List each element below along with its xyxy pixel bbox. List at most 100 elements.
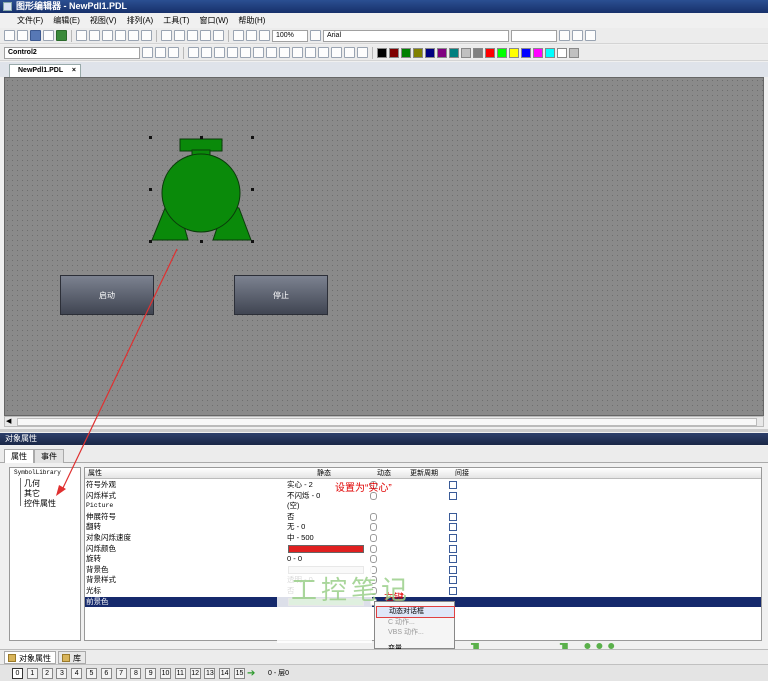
dynamic-bulb-icon[interactable] [370, 523, 377, 532]
column-header-update-cycle[interactable]: 更新周期 [410, 468, 438, 479]
print-icon[interactable] [43, 30, 54, 41]
tab-properties[interactable]: 属性 [4, 449, 34, 463]
new-icon[interactable] [4, 30, 15, 41]
layer-button[interactable]: 9 [145, 668, 157, 679]
layer-button[interactable]: 11 [174, 668, 186, 679]
menu-help[interactable]: 帮助(H) [233, 13, 270, 28]
same-size-icon[interactable] [305, 47, 316, 58]
paste-icon[interactable] [102, 30, 113, 41]
indirect-checkbox[interactable] [449, 544, 457, 553]
color-swatch[interactable] [485, 47, 495, 58]
handle[interactable] [149, 188, 152, 191]
menu-tools[interactable]: 工具(T) [158, 13, 194, 28]
grid-icon[interactable] [161, 30, 172, 41]
indirect-checkbox[interactable] [449, 481, 457, 489]
align-center-icon[interactable] [240, 47, 251, 58]
tree-root[interactable]: SymbolLibrary [14, 469, 61, 476]
property-value[interactable]: 否 [287, 512, 295, 522]
chevron-down-icon[interactable] [310, 30, 321, 41]
color-swatch[interactable] [569, 47, 579, 58]
property-row[interactable]: 旋转 0 - 0 [85, 554, 761, 565]
indirect-checkbox[interactable] [449, 565, 457, 574]
horizontal-scrollbar[interactable]: ◀ [4, 416, 764, 427]
column-header-indirect[interactable]: 间接 [455, 468, 469, 479]
distribute-v-icon[interactable] [266, 47, 277, 58]
indirect-checkbox[interactable] [449, 576, 457, 585]
color-swatch[interactable] [413, 47, 423, 58]
property-value[interactable]: (空) [287, 501, 300, 511]
handle[interactable] [200, 240, 203, 243]
print-preview-icon[interactable] [141, 30, 152, 41]
font-size-select[interactable] [511, 29, 557, 42]
color-swatch[interactable] [425, 47, 435, 58]
close-icon[interactable]: × [72, 65, 76, 77]
indirect-checkbox[interactable] [449, 534, 457, 542]
send-back-icon[interactable] [331, 47, 342, 58]
layer-button[interactable]: 8 [130, 668, 142, 679]
color-swatch[interactable] [389, 47, 399, 58]
wand-icon[interactable] [168, 47, 179, 58]
stop-button[interactable]: 停止 [234, 275, 328, 315]
help-pointer-icon[interactable] [213, 30, 224, 41]
rotate-icon[interactable] [344, 47, 355, 58]
color-value[interactable] [288, 544, 364, 553]
color-swatch[interactable] [461, 47, 471, 58]
undo-icon[interactable] [115, 30, 126, 41]
property-row[interactable]: 闪烁样式 不闪烁 - 0 [85, 491, 761, 502]
dynamic-bulb-icon[interactable] [370, 555, 377, 564]
document-tab[interactable]: NewPdl1.PDL × [9, 64, 81, 77]
redo-icon[interactable] [128, 30, 139, 41]
zoom-in-icon[interactable] [233, 30, 244, 41]
color-swatch[interactable] [401, 47, 411, 58]
font-color-icon[interactable] [585, 30, 596, 41]
color-swatch[interactable] [437, 47, 447, 58]
layer-button[interactable]: 3 [56, 668, 68, 679]
zoom-out-icon[interactable] [246, 30, 257, 41]
tab-library[interactable]: 库 [58, 651, 86, 664]
property-value[interactable]: 无 - 0 [287, 522, 305, 532]
column-header-dynamic[interactable]: 动态 [377, 468, 391, 479]
scroll-thumb[interactable] [17, 418, 757, 426]
handle[interactable] [149, 136, 152, 139]
column-header-static[interactable]: 静态 [317, 468, 331, 479]
color-swatch[interactable] [521, 47, 531, 58]
layer-button[interactable]: 15 [234, 668, 245, 679]
fill-color-icon[interactable] [572, 30, 583, 41]
same-width-icon[interactable] [279, 47, 290, 58]
color-swatch[interactable] [473, 47, 483, 58]
property-value[interactable]: 中 - 500 [287, 533, 314, 543]
copy-icon[interactable] [89, 30, 100, 41]
indirect-checkbox[interactable] [449, 555, 457, 564]
property-row[interactable]: 光标否 [85, 586, 761, 597]
property-row[interactable]: 背景色 [85, 565, 761, 576]
property-row[interactable]: 闪烁颜色 [85, 544, 761, 555]
property-value[interactable]: 实心 - 2 [287, 480, 313, 490]
tab-events[interactable]: 事件 [34, 449, 64, 463]
layer-button[interactable]: 1 [26, 668, 38, 679]
color-swatch[interactable] [497, 47, 507, 58]
object-select[interactable]: Control2 [4, 46, 140, 59]
start-button[interactable]: 启动 [60, 275, 154, 315]
layer-button[interactable]: 12 [189, 668, 201, 679]
color-swatch[interactable] [449, 47, 459, 58]
align-right-icon[interactable] [201, 47, 212, 58]
panel-splitter[interactable] [0, 429, 768, 432]
align-left-icon[interactable] [188, 47, 199, 58]
menu-edit[interactable]: 编辑(E) [48, 13, 85, 28]
distribute-h-icon[interactable] [253, 47, 264, 58]
layer-button[interactable]: 13 [204, 668, 216, 679]
font-select[interactable]: Arial [323, 29, 509, 42]
layer-button[interactable]: 7 [115, 668, 127, 679]
layer-button[interactable]: 10 [160, 668, 171, 679]
scroll-left-icon[interactable]: ◀ [6, 417, 11, 425]
drawing-canvas[interactable]: 启动 停止 [4, 77, 764, 416]
menu-view[interactable]: 视图(V) [85, 13, 122, 28]
layer-button[interactable]: 5 [86, 668, 97, 679]
layer-button[interactable]: 2 [41, 668, 53, 679]
dynamic-bulb-icon[interactable] [370, 512, 377, 521]
properties-icon[interactable] [200, 30, 211, 41]
same-height-icon[interactable] [292, 47, 303, 58]
color-swatch[interactable] [545, 47, 555, 58]
line-color-icon[interactable] [559, 30, 570, 41]
menu-file[interactable]: 文件(F) [12, 13, 48, 28]
